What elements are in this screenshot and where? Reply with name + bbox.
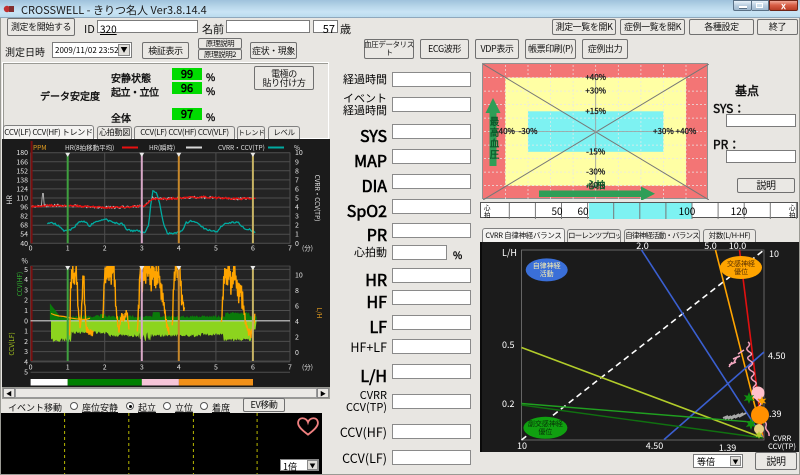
svg-text:0.2: 0.2 [502, 397, 515, 410]
svg-text:CVRR・CCV(TP): CVRR・CCV(TP) [218, 142, 265, 152]
svg-text:4.50: 4.50 [768, 349, 786, 362]
svg-text:5: 5 [24, 368, 28, 378]
svg-text:3: 3 [140, 363, 144, 373]
svg-text:PPM: PPM [33, 142, 47, 152]
svg-text:3: 3 [24, 347, 28, 357]
svg-text:+40%: +40% [676, 126, 697, 137]
svg-text:HR(瞬時): HR(瞬時) [149, 142, 175, 152]
svg-text:8: 8 [295, 286, 299, 296]
svg-text:0: 0 [24, 316, 28, 326]
svg-text:120: 120 [731, 203, 748, 218]
svg-text:5: 5 [214, 244, 218, 254]
svg-text:1: 1 [66, 363, 70, 373]
svg-text:0.5: 0.5 [502, 338, 515, 351]
svg-text:7: 7 [288, 363, 292, 373]
svg-text:2: 2 [24, 337, 28, 347]
svg-text:0: 0 [295, 348, 299, 358]
svg-text:6: 6 [251, 363, 255, 373]
svg-text:0: 0 [295, 239, 299, 249]
svg-text:10.0: 10.0 [729, 242, 747, 252]
svg-text:活動: 活動 [540, 269, 554, 279]
svg-text:拍: 拍 [484, 209, 491, 219]
svg-text:3: 3 [24, 286, 28, 296]
svg-text:2: 2 [103, 244, 107, 254]
svg-text:10: 10 [295, 270, 303, 280]
svg-text:4.50: 4.50 [646, 439, 664, 452]
svg-text:4: 4 [295, 317, 299, 327]
svg-text:(分): (分) [302, 243, 313, 253]
svg-text:優位: 優位 [538, 427, 552, 437]
svg-text:10: 10 [517, 439, 527, 452]
svg-text:-15%: -15% [586, 146, 606, 157]
svg-text:5: 5 [214, 363, 218, 373]
svg-text:6: 6 [251, 244, 255, 254]
svg-text:-30%: -30% [518, 126, 538, 137]
svg-text:0: 0 [29, 363, 33, 373]
svg-text:2: 2 [103, 363, 107, 373]
svg-text:2: 2 [24, 296, 28, 306]
svg-text:100: 100 [679, 203, 696, 218]
svg-text:4: 4 [177, 244, 181, 254]
svg-text:2: 2 [295, 333, 299, 343]
svg-text:-30%: -30% [586, 167, 606, 178]
svg-text:40: 40 [20, 239, 28, 249]
svg-text:拍: 拍 [789, 209, 796, 219]
svg-text:5.0: 5.0 [704, 242, 717, 252]
svg-text:L/H: L/H [315, 308, 325, 319]
svg-text:0: 0 [29, 244, 33, 254]
svg-text:2.0: 2.0 [636, 242, 649, 252]
svg-text:CCV(HF): CCV(HF) [14, 272, 24, 297]
svg-text:50: 50 [551, 203, 563, 218]
svg-text:60: 60 [577, 203, 589, 218]
svg-text:+30%: +30% [653, 126, 674, 137]
svg-text:HR(8拍移動平均): HR(8拍移動平均) [65, 142, 114, 152]
svg-text:L/H: L/H [502, 246, 517, 259]
svg-text:優位: 優位 [734, 267, 748, 277]
svg-text:10: 10 [769, 247, 779, 260]
svg-text:1: 1 [66, 244, 70, 254]
svg-text:CCV(LF): CCV(LF) [6, 332, 16, 355]
svg-text:6: 6 [295, 302, 299, 312]
svg-text:3: 3 [140, 244, 144, 254]
svg-text:5: 5 [24, 265, 28, 275]
svg-text:CCV(TP): CCV(TP) [768, 441, 796, 452]
svg-text:+30%: +30% [585, 86, 606, 97]
svg-text:+40%: +40% [585, 72, 606, 83]
svg-text:1.39: 1.39 [719, 441, 737, 452]
svg-text:(分): (分) [302, 362, 313, 372]
svg-text:+15%: +15% [585, 106, 606, 117]
svg-text:1: 1 [24, 327, 28, 337]
svg-text:4: 4 [177, 363, 181, 373]
svg-text:HR: HR [5, 195, 15, 205]
svg-text:4: 4 [24, 275, 28, 285]
svg-text:1: 1 [24, 306, 28, 316]
svg-text:圧: 圧 [490, 147, 500, 161]
svg-text:4: 4 [24, 357, 28, 367]
svg-text:CVRR・CCV(TP): CVRR・CCV(TP) [313, 175, 323, 222]
svg-text:心拍: 心拍 [585, 178, 605, 192]
svg-text:7: 7 [288, 244, 292, 254]
